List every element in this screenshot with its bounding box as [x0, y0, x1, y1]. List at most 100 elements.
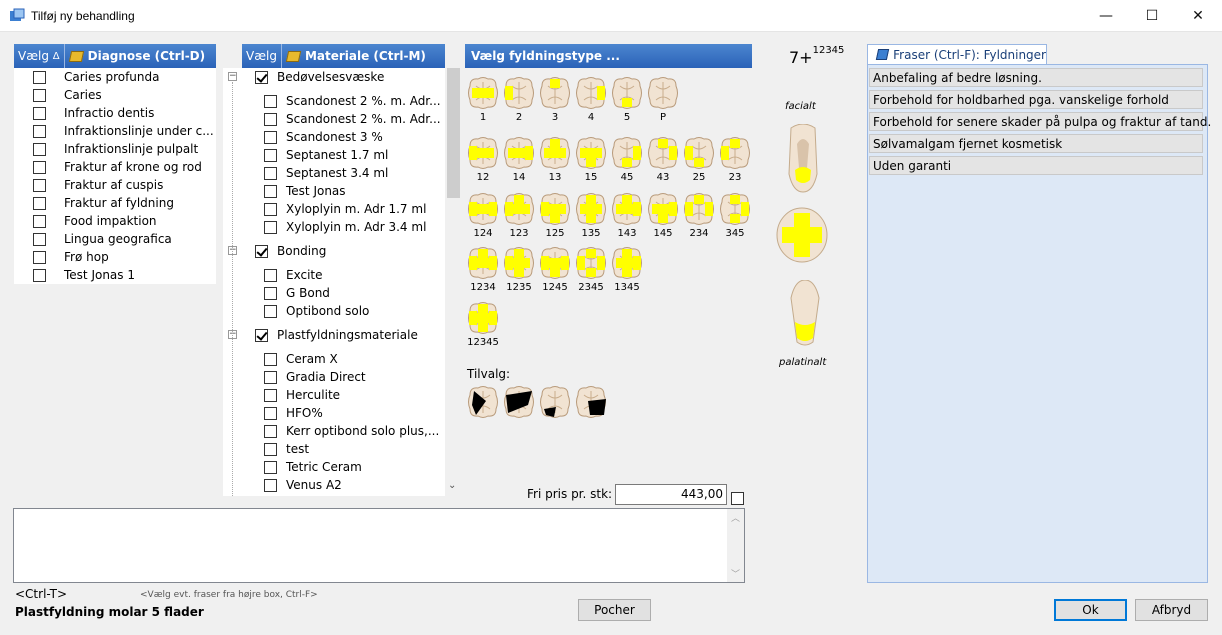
notes-scrollbar[interactable]: ︿ ﹀	[727, 509, 744, 582]
diagnose-list-item[interactable]: Caries profunda	[33, 68, 159, 86]
materiale-item[interactable]: Gradia Direct	[264, 368, 366, 386]
fraser-item[interactable]: Forbehold for holdbarhed pga. vanskelige…	[869, 90, 1203, 109]
filling-tooth-1235[interactable]	[502, 246, 536, 280]
scroll-up-icon[interactable]: ︿	[731, 511, 740, 524]
filling-tooth-123[interactable]	[502, 192, 536, 226]
filling-tooth-15[interactable]	[574, 136, 608, 170]
materiale-item[interactable]: G Bond	[264, 284, 330, 302]
filling-tooth-1245[interactable]	[538, 246, 572, 280]
materiale-item[interactable]: Optibond solo	[264, 302, 369, 320]
materiale-item[interactable]: Kerr optibond solo plus,...	[264, 422, 439, 440]
materiale-checkbox[interactable]	[264, 166, 277, 180]
notes-textarea[interactable]: ︿ ﹀	[13, 508, 745, 583]
scroll-down-icon[interactable]: ﹀	[731, 567, 740, 580]
diagnose-checkbox[interactable]	[33, 268, 46, 282]
fraser-item[interactable]: Forbehold for senere skader på pulpa og …	[869, 112, 1211, 131]
filling-tooth-143[interactable]	[610, 192, 644, 226]
diagnose-checkbox[interactable]	[33, 196, 46, 210]
fraser-item[interactable]: Uden garanti	[869, 156, 1203, 175]
tab-fraser[interactable]: Fraser (Ctrl-F): Fyldninger	[867, 44, 1047, 64]
tilvalg-options[interactable]	[465, 382, 615, 422]
materiale-item[interactable]: Scandonest 3 %	[264, 128, 383, 146]
diagnose-checkbox[interactable]	[33, 106, 46, 120]
filling-tooth-2345[interactable]	[574, 246, 608, 280]
materiale-header[interactable]: Vælg Materiale (Ctrl-M)	[242, 44, 445, 68]
materiale-item[interactable]: Ceram X	[264, 350, 338, 368]
materiale-item[interactable]: Xyloplyin m. Adr 1.7 ml	[264, 200, 426, 218]
materiale-checkbox[interactable]	[264, 352, 277, 366]
filling-tooth-23[interactable]	[718, 136, 752, 170]
diagnose-list-item[interactable]: Frø hop	[33, 248, 109, 266]
filling-tooth-45[interactable]	[610, 136, 644, 170]
diagnose-list-item[interactable]: Infractio dentis	[33, 104, 154, 122]
tooth-occlusal-view[interactable]	[776, 207, 828, 263]
filling-tooth-12345[interactable]	[466, 301, 500, 335]
materiale-checkbox[interactable]	[264, 184, 277, 198]
materiale-checkbox[interactable]	[264, 424, 277, 438]
fri-pris-input[interactable]: 443,00	[615, 484, 727, 505]
filling-tooth-13[interactable]	[538, 136, 572, 170]
materiale-checkbox[interactable]	[264, 268, 277, 282]
filling-tooth-345[interactable]	[718, 192, 752, 226]
materiale-tree[interactable]: − Bedøvelsesvæske Scandonest 2 %. m. Adr..…	[223, 68, 445, 496]
diagnose-list-item[interactable]: Fraktur af krone og rod	[33, 158, 202, 176]
filling-tooth-3[interactable]	[538, 76, 572, 110]
scroll-down-icon[interactable]: ⌄	[448, 480, 456, 491]
materiale-item[interactable]: test	[264, 440, 309, 458]
materiale-item[interactable]: Xyloplyin m. Adr 3.4 ml	[264, 218, 426, 236]
fri-pris-checkbox[interactable]	[731, 492, 744, 505]
materiale-checkbox[interactable]	[264, 370, 277, 384]
diagnose-checkbox[interactable]	[33, 142, 46, 156]
materiale-checkbox[interactable]	[264, 94, 277, 108]
filling-tooth-12[interactable]	[466, 136, 500, 170]
materiale-checkbox[interactable]	[264, 406, 277, 420]
close-button[interactable]: ✕	[1175, 0, 1221, 31]
ok-button[interactable]: Ok	[1054, 599, 1127, 621]
materiale-item[interactable]: HFO%	[264, 404, 323, 422]
afbryd-button[interactable]: Afbryd	[1135, 599, 1208, 621]
diagnose-list[interactable]: Caries profunda Caries Infractio dentis Inf…	[14, 68, 216, 284]
tooth-facial-view[interactable]	[783, 124, 823, 194]
materiale-item[interactable]: Test Jonas	[264, 182, 346, 200]
materiale-item[interactable]: Scandonest 2 %. m. Adr...	[264, 110, 441, 128]
scrollbar-thumb[interactable]	[447, 68, 460, 198]
materiale-scrollbar[interactable]: ⌄	[445, 68, 462, 496]
materiale-item[interactable]: Tetric Ceram	[264, 458, 362, 476]
materiale-checkbox[interactable]	[264, 388, 277, 402]
materiale-checkbox[interactable]	[264, 442, 277, 456]
materiale-checkbox[interactable]	[264, 304, 277, 318]
diagnose-list-item[interactable]: Test Jonas 1	[33, 266, 135, 284]
group-checkbox[interactable]	[255, 328, 268, 342]
filling-tooth-25[interactable]	[682, 136, 716, 170]
diagnose-checkbox[interactable]	[33, 214, 46, 228]
materiale-item[interactable]: Septanest 3.4 ml	[264, 164, 388, 182]
diagnose-header[interactable]: Vælg Δ Diagnose (Ctrl-D)	[14, 44, 216, 68]
materiale-checkbox[interactable]	[264, 286, 277, 300]
diagnose-checkbox[interactable]	[33, 124, 46, 138]
diagnose-checkbox[interactable]	[33, 232, 46, 246]
filling-tooth-4[interactable]	[574, 76, 608, 110]
filling-tooth-125[interactable]	[538, 192, 572, 226]
materiale-item[interactable]: Scandonest 2 %. m. Adr...	[264, 92, 441, 110]
filling-tooth-5[interactable]	[610, 76, 644, 110]
filling-tooth-234[interactable]	[682, 192, 716, 226]
tooth-palatinal-view[interactable]	[785, 280, 825, 346]
filling-tooth-14[interactable]	[502, 136, 536, 170]
filling-tooth-124[interactable]	[466, 192, 500, 226]
diagnose-checkbox[interactable]	[33, 178, 46, 192]
diagnose-list-item[interactable]: Fraktur af fyldning	[33, 194, 174, 212]
materiale-checkbox[interactable]	[264, 148, 277, 162]
materiale-checkbox[interactable]	[264, 460, 277, 474]
diagnose-checkbox[interactable]	[33, 250, 46, 264]
tilvalg-option-icon[interactable]	[502, 385, 536, 419]
diagnose-list-item[interactable]: Food impaktion	[33, 212, 157, 230]
materiale-item[interactable]: Herculite	[264, 386, 340, 404]
materiale-group[interactable]: Bonding	[255, 242, 326, 260]
materiale-checkbox[interactable]	[264, 220, 277, 234]
filling-tooth-135[interactable]	[574, 192, 608, 226]
diagnose-list-item[interactable]: Infraktionslinje pulpalt	[33, 140, 198, 158]
diagnose-list-item[interactable]: Infraktionslinje under c...	[33, 122, 214, 140]
filling-tooth-2[interactable]	[502, 76, 536, 110]
minimize-button[interactable]: —	[1083, 0, 1129, 31]
maximize-button[interactable]: ☐	[1129, 0, 1175, 31]
